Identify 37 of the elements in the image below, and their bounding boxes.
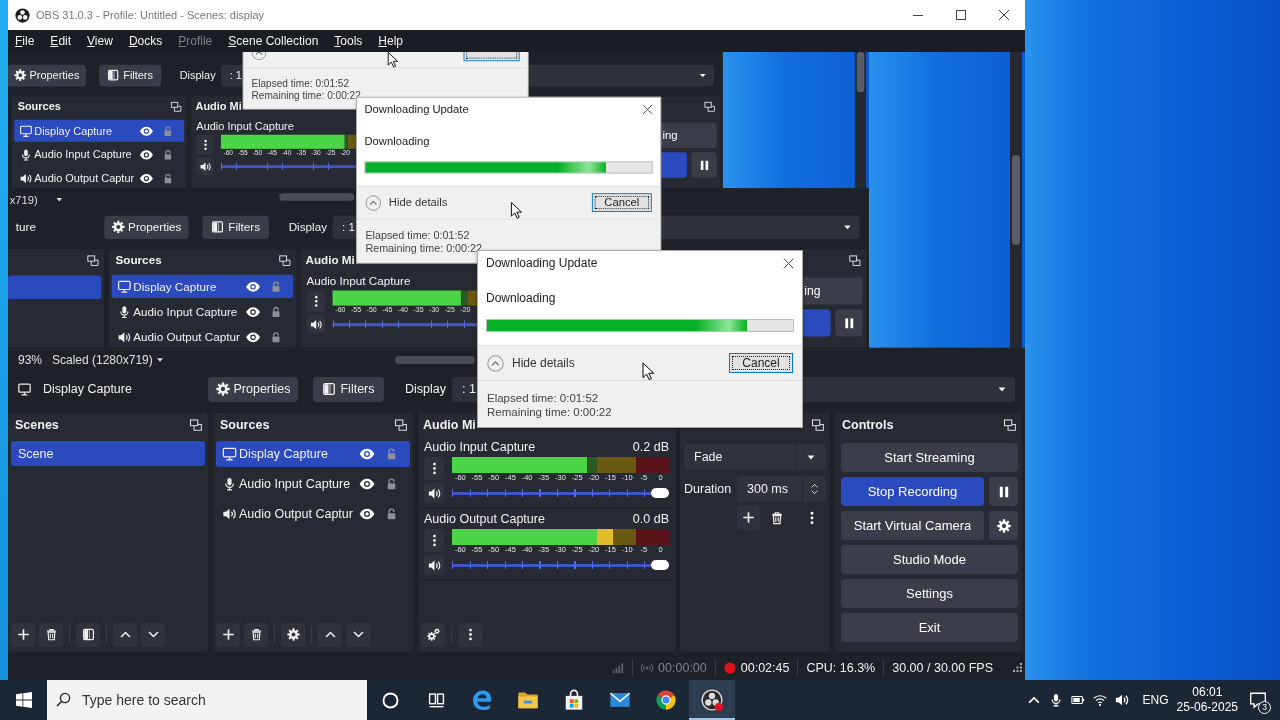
channel-name: Audio Input Capture [196,119,294,132]
channel-name: Audio Input Capture [424,439,536,454]
dock-title: Sources [17,100,61,113]
dock-title: Audio Mi [195,100,242,113]
dock-title: Sources [220,418,270,432]
stream-time: 00:00:00 [658,660,707,675]
dock-title: Controls [842,418,894,432]
dock-title: Audio Mi [423,418,476,432]
source-name: ture [15,220,36,234]
remaining-time: Remaining time: 0:00:22 [487,405,612,419]
record-time: 00:02:45 [740,660,790,675]
elapsed-time: Elapsed time: 0:01:52 [487,391,599,405]
channel-name: Audio Output Capture [424,511,545,526]
notification-count: 3 [1258,701,1271,714]
channel-name: Audio Input Capture [306,274,411,288]
volume-reading: 0.0 dB [632,511,669,526]
display-label: Display [288,220,327,234]
dialog-title: Downloading Update [364,102,469,116]
cpu-usage: CPU: 16.3% [806,660,876,675]
dialog-title: Downloading Update [486,256,598,270]
zoom-label: 93% [18,353,43,367]
display-label: Display [179,69,216,82]
source-name: Display Capture [43,382,132,396]
status-text: Downloading [364,135,430,149]
fps-counter: 30.00 / 30.00 FPS [892,660,993,675]
elapsed-time: Elapsed time: 0:01:52 [251,76,349,90]
scale-mode-label: x719) [9,193,38,207]
volume-reading: 0.2 dB [632,439,669,454]
dock-title: Audio Mi [305,254,355,268]
elapsed-time: Elapsed time: 0:01:52 [365,228,470,242]
window-title: OBS 31.0.3 - Profile: Untitled - Scenes: display [36,9,266,21]
dock-title: Sources [115,254,162,268]
display-label: Display [405,382,446,396]
scale-mode-label: Scaled (1280x719) [52,353,153,367]
duration-label: Duration [684,482,732,496]
dock-title: Scenes [15,418,59,432]
status-text: Downloading [486,291,556,305]
